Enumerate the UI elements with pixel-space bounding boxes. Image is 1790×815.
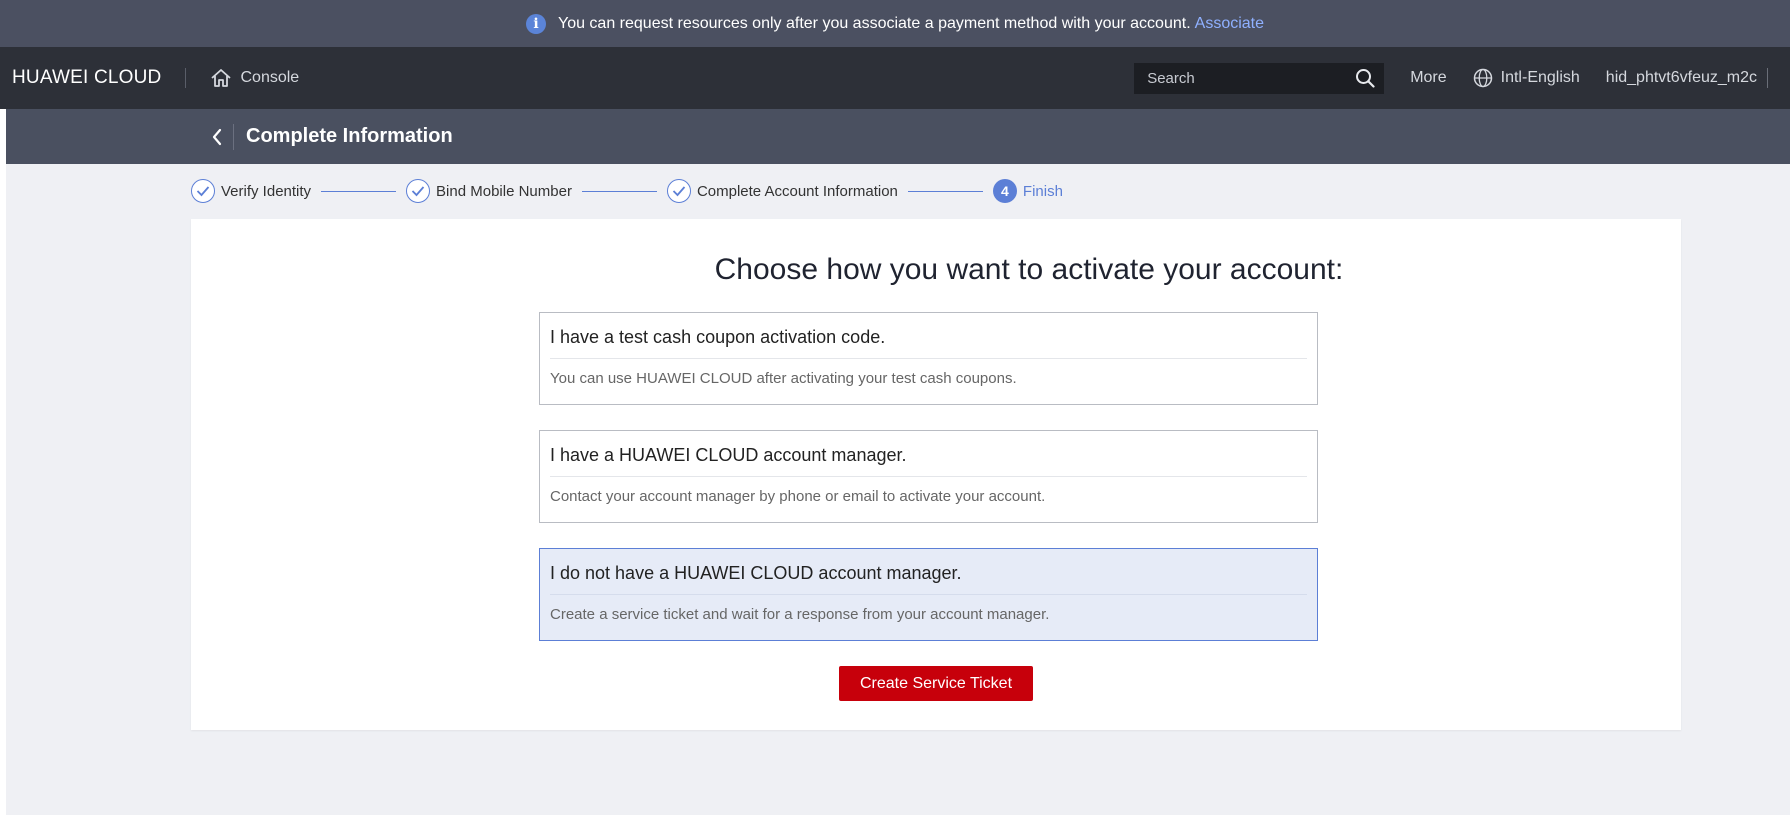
option-no-account-manager[interactable]: I do not have a HUAWEI CLOUD account man… bbox=[539, 548, 1318, 641]
step-bind-mobile: Bind Mobile Number bbox=[406, 179, 572, 203]
search-input[interactable] bbox=[1147, 69, 1356, 87]
activation-heading: Choose how you want to activate your acc… bbox=[714, 253, 1344, 286]
brand-logo[interactable]: HUAWEI CLOUD bbox=[12, 68, 187, 88]
globe-icon bbox=[1473, 68, 1492, 88]
step-connector bbox=[907, 190, 983, 192]
check-icon bbox=[406, 179, 431, 203]
page-header: Complete Information bbox=[6, 109, 1790, 164]
left-strip bbox=[0, 109, 6, 815]
step-verify-identity: Verify Identity bbox=[191, 179, 311, 203]
associate-link[interactable]: Associate bbox=[1195, 15, 1264, 33]
language-label: Intl-English bbox=[1500, 69, 1580, 86]
more-menu[interactable]: More bbox=[1410, 69, 1446, 87]
notice-bar: i You can request resources only after y… bbox=[0, 0, 1790, 47]
page-title: Complete Information bbox=[246, 125, 453, 147]
language-selector[interactable]: Intl-English bbox=[1473, 68, 1580, 88]
option-title: I do not have a HUAWEI CLOUD account man… bbox=[550, 549, 1307, 595]
create-service-ticket-button[interactable]: Create Service Ticket bbox=[839, 666, 1033, 701]
console-link[interactable]: Console bbox=[210, 68, 299, 88]
console-label: Console bbox=[240, 69, 300, 86]
check-icon bbox=[191, 179, 215, 203]
option-title: I have a HUAWEI CLOUD account manager. bbox=[550, 431, 1307, 477]
step-number: 4 bbox=[992, 179, 1017, 203]
option-has-account-manager[interactable]: I have a HUAWEI CLOUD account manager. C… bbox=[539, 430, 1318, 523]
back-button[interactable] bbox=[200, 123, 234, 150]
option-description: You can use HUAWEI CLOUD after activatin… bbox=[550, 370, 1017, 387]
step-complete-account: Complete Account Information bbox=[666, 179, 898, 203]
step-finish: 4 Finish bbox=[992, 179, 1063, 203]
option-title: I have a test cash coupon activation cod… bbox=[550, 313, 1307, 359]
option-test-coupon[interactable]: I have a test cash coupon activation cod… bbox=[539, 312, 1318, 405]
step-label: Bind Mobile Number bbox=[436, 182, 572, 200]
home-icon bbox=[211, 69, 232, 87]
search-icon[interactable] bbox=[1355, 68, 1375, 88]
chevron-left-icon bbox=[212, 128, 221, 145]
top-navigation: HUAWEI CLOUD Console More Intl-English h… bbox=[0, 47, 1790, 109]
search-box bbox=[1134, 62, 1385, 94]
step-connector bbox=[321, 190, 397, 192]
option-description: Create a service ticket and wait for a r… bbox=[550, 606, 1050, 623]
step-label: Complete Account Information bbox=[696, 182, 898, 200]
step-label: Verify Identity bbox=[221, 182, 312, 200]
activation-card: Choose how you want to activate your acc… bbox=[191, 219, 1681, 730]
notice-message: You can request resources only after you… bbox=[557, 14, 1191, 32]
user-menu[interactable]: hid_phtvt6vfeuz_m2c bbox=[1606, 68, 1768, 88]
info-icon: i bbox=[525, 13, 546, 34]
option-description: Contact your account manager by phone or… bbox=[550, 488, 1046, 505]
check-icon bbox=[666, 179, 691, 203]
step-connector bbox=[581, 190, 657, 192]
progress-steps: Verify Identity Bind Mobile Number Compl… bbox=[191, 178, 1063, 204]
step-label: Finish bbox=[1022, 182, 1063, 200]
